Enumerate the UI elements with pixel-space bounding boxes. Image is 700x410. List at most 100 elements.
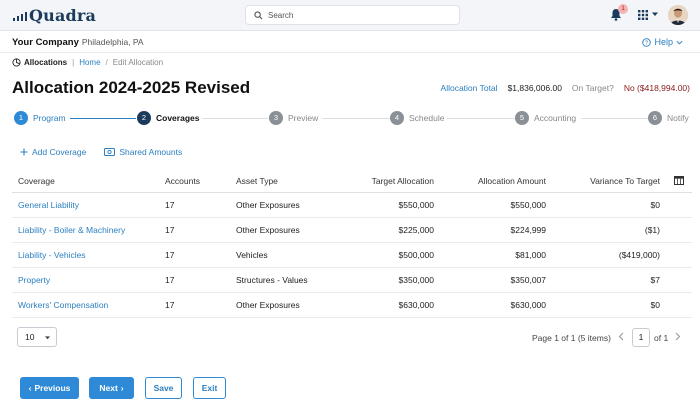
allocation-amount-cell: $630,000 <box>510 300 546 310</box>
step-connector <box>322 117 390 119</box>
variance-cell: ($419,000) <box>618 250 660 260</box>
allocation-amount-cell: $550,000 <box>510 200 546 210</box>
brand-name: Quadra <box>29 6 97 25</box>
top-bar: Quadra Search 1 <box>0 0 700 31</box>
page-size-value: 10 <box>25 332 35 342</box>
breadcrumb-separator: / <box>105 58 108 67</box>
step-program[interactable]: 1 Program <box>14 108 66 128</box>
wizard-stepper: 1 Program 2 Coverages 3 Preview 4 Schedu… <box>0 108 700 128</box>
apps-grid-icon[interactable] <box>638 10 648 20</box>
save-button[interactable]: Save <box>145 377 182 399</box>
breadcrumb: Allocations | Home / Edit Allocation <box>12 58 163 67</box>
exit-button[interactable]: Exit <box>193 377 226 399</box>
step-connector <box>447 117 515 119</box>
next-button[interactable]: Next › <box>89 377 134 399</box>
target-allocation-cell: $550,000 <box>398 200 434 210</box>
target-allocation-cell: $225,000 <box>398 225 434 235</box>
brand-logo[interactable]: Quadra <box>12 6 96 25</box>
allocations-icon <box>12 58 21 67</box>
page-size-select[interactable]: 10 <box>17 327 57 347</box>
chevron-right-icon[interactable] <box>675 332 681 341</box>
header-target-allocation[interactable]: Target Allocation <box>372 169 434 192</box>
column-chooser[interactable] <box>674 169 684 192</box>
previous-label: Previous <box>34 383 71 393</box>
company-info: Your Company Philadelphia, PA <box>12 37 144 48</box>
allocation-total-label[interactable]: Allocation Total <box>441 83 498 93</box>
chevron-down-icon <box>676 40 683 44</box>
allocation-amount-cell: $224,999 <box>510 225 546 235</box>
breadcrumb-current: Edit Allocation <box>112 58 164 67</box>
save-label: Save <box>153 383 174 393</box>
step-number: 6 <box>648 111 662 125</box>
column-chooser-icon <box>674 176 684 185</box>
step-preview[interactable]: 3 Preview <box>269 108 318 128</box>
search-icon <box>254 10 263 19</box>
page-number-input[interactable]: 1 <box>632 328 650 347</box>
breadcrumb-home-link[interactable]: Home <box>79 58 100 67</box>
allocation-amount-cell: $81,000 <box>515 250 546 260</box>
asset-type-cell: Other Exposures <box>236 225 300 235</box>
step-number: 5 <box>515 111 529 125</box>
step-label: Notify <box>667 113 689 123</box>
add-coverage-button[interactable]: Add Coverage <box>20 147 86 157</box>
variance-cell: $0 <box>650 200 660 210</box>
allocation-amount-cell: $350,007 <box>510 275 546 285</box>
asset-type-cell: Vehicles <box>236 250 268 260</box>
next-label: Next <box>99 383 118 393</box>
variance-cell: $0 <box>650 300 660 310</box>
coverage-link[interactable]: General Liability <box>18 193 79 217</box>
accounts-cell: 17 <box>165 250 175 260</box>
table-row: Property 17 Structures - Values $350,000… <box>12 268 692 293</box>
table-header: Coverage Accounts Asset Type Target Allo… <box>12 169 692 193</box>
table-row: Liability - Vehicles 17 Vehicles $500,00… <box>12 243 692 268</box>
step-accounting[interactable]: 5 Accounting <box>515 108 576 128</box>
step-number: 2 <box>137 111 151 125</box>
search-placeholder: Search <box>268 10 294 20</box>
chevron-right-icon: › <box>120 383 124 393</box>
accounts-cell: 17 <box>165 225 175 235</box>
table-actions: Add Coverage Shared Amounts <box>20 147 200 157</box>
header-variance[interactable]: Variance To Target <box>590 169 660 192</box>
plus-icon <box>20 148 28 156</box>
header-accounts[interactable]: Accounts <box>165 169 200 192</box>
table-row: Liability - Boiler & Machinery 17 Other … <box>12 218 692 243</box>
breadcrumb-section: Allocations <box>24 58 68 67</box>
step-label: Coverages <box>156 113 200 123</box>
money-icon <box>104 148 116 156</box>
breadcrumb-separator: | <box>72 58 75 67</box>
header-asset-type[interactable]: Asset Type <box>236 169 278 192</box>
allocation-totals: Allocation Total $1,836,006.00 On Target… <box>441 83 690 93</box>
step-label: Accounting <box>534 113 577 123</box>
help-menu[interactable]: ? Help <box>642 37 686 47</box>
coverage-link[interactable]: Liability - Boiler & Machinery <box>18 218 125 242</box>
page-title: Allocation 2024-2025 Revised <box>12 78 251 97</box>
step-notify[interactable]: 6 Notify <box>648 108 689 128</box>
help-circle-icon: ? <box>642 37 652 47</box>
chevron-left-icon: ‹ <box>28 383 32 393</box>
accounts-cell: 17 <box>165 300 175 310</box>
header-coverage[interactable]: Coverage <box>18 169 55 192</box>
step-number: 1 <box>14 111 28 125</box>
chevron-down-icon[interactable] <box>652 12 658 17</box>
step-number: 3 <box>269 111 283 125</box>
shared-amounts-label: Shared Amounts <box>119 147 183 157</box>
coverage-link[interactable]: Property <box>18 268 50 292</box>
step-schedule[interactable]: 4 Schedule <box>390 108 444 128</box>
shared-amounts-button[interactable]: Shared Amounts <box>104 147 182 157</box>
chevron-left-icon[interactable] <box>618 332 624 341</box>
page-info: Page 1 of 1 (5 items) <box>532 333 611 343</box>
coverage-link[interactable]: Liability - Vehicles <box>18 243 86 267</box>
on-target-value: No ($418,994.00) <box>623 83 690 93</box>
exit-label: Exit <box>201 383 218 393</box>
page-total: of 1 <box>654 333 669 343</box>
search-input[interactable]: Search <box>245 5 460 25</box>
step-connector <box>581 117 648 119</box>
header-allocation-amount[interactable]: Allocation Amount <box>478 169 546 192</box>
user-avatar[interactable] <box>668 5 688 25</box>
notification-badge: 1 <box>618 4 628 14</box>
step-coverages[interactable]: 2 Coverages <box>137 108 199 128</box>
previous-button[interactable]: ‹ Previous <box>20 377 79 399</box>
coverage-link[interactable]: Workers' Compensation <box>18 293 108 317</box>
header-divider <box>0 52 700 53</box>
table-row: Workers' Compensation 17 Other Exposures… <box>12 293 692 318</box>
